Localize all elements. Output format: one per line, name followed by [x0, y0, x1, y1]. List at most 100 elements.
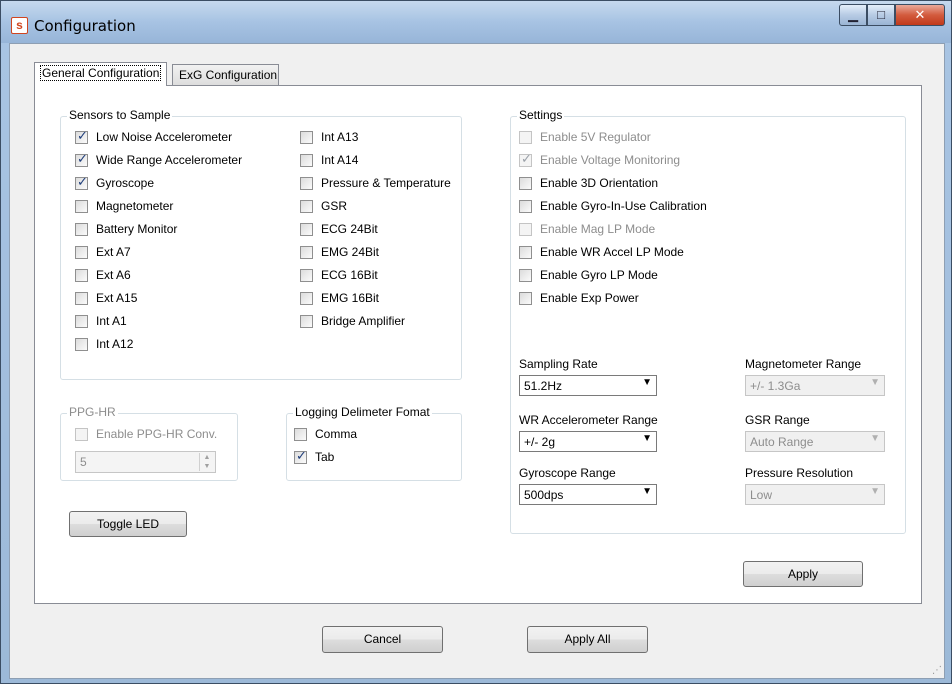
checkbox-box: [519, 131, 532, 144]
checkbox-label: Comma: [315, 427, 358, 441]
chevron-down-icon: ▼: [642, 433, 652, 444]
apply-button[interactable]: Apply: [743, 561, 863, 587]
mag-range-label: Magnetometer Range: [745, 357, 862, 371]
checkbox-box: [300, 177, 313, 190]
configuration-window: s Configuration ▁ □ ✕ General Configurat…: [0, 0, 952, 684]
mag-range-select[interactable]: +/- 1.3Ga ▼: [745, 375, 885, 396]
checkbox-box: [519, 200, 532, 213]
select-value: 51.2Hz: [524, 379, 563, 393]
checkbox-label: Pressure & Temperature: [321, 176, 451, 190]
checkbox-label: GSR: [321, 199, 348, 213]
checkbox-box: [75, 428, 88, 441]
sensors-group: Sensors to Sample Low Noise Acceleromete…: [60, 108, 462, 380]
tab-general-configuration[interactable]: General Configuration: [34, 62, 168, 86]
checkbox-box: [75, 152, 88, 167]
select-value: +/- 1.3Ga: [750, 379, 801, 393]
pressure-resolution-label: Pressure Resolution: [745, 466, 854, 480]
checkbox-label: ECG 24Bit: [321, 222, 378, 236]
checkbox-label: EMG 24Bit: [321, 245, 380, 259]
ppg-hr-value-spinner[interactable]: 5 ▲ ▼: [75, 451, 216, 473]
checkbox-box: [75, 223, 88, 236]
select-value: Low: [750, 488, 773, 502]
select-value: +/- 2g: [524, 435, 556, 449]
checkbox-label: Wide Range Accelerometer: [96, 153, 243, 167]
chevron-down-icon: ▼: [642, 486, 652, 497]
checkbox-label: Enable 5V Regulator: [540, 130, 651, 144]
checkbox-box: [519, 152, 532, 167]
checkbox-label: Enable PPG-HR Conv.: [96, 427, 218, 441]
checkbox-box: [75, 338, 88, 351]
client-area: General Configuration ExG Configuration …: [9, 43, 945, 679]
logging-delimiter-group: Logging Delimeter Fomat Comma Tab: [286, 405, 462, 481]
gyro-range-select[interactable]: 500dps ▼: [519, 484, 657, 505]
toggle-led-button[interactable]: Toggle LED: [69, 511, 187, 537]
checkbox-box: [519, 177, 532, 190]
sampling-rate-label: Sampling Rate: [519, 357, 598, 371]
checkbox-box: [75, 246, 88, 259]
checkbox-label: Enable Gyro LP Mode: [540, 268, 658, 282]
gsr-range-select[interactable]: Auto Range ▼: [745, 431, 885, 452]
checkbox-label: EMG 16Bit: [321, 291, 380, 305]
minimize-button[interactable]: ▁: [839, 4, 867, 26]
checkbox-box: [300, 154, 313, 167]
checkbox-label: Gyroscope: [96, 176, 155, 190]
checkbox-box: [75, 292, 88, 305]
chevron-down-icon: ▼: [642, 377, 652, 388]
gyro-range-label: Gyroscope Range: [519, 466, 616, 480]
checkbox-label: Enable WR Accel LP Mode: [540, 245, 684, 259]
checkbox-label: Enable Gyro-In-Use Calibration: [540, 199, 707, 213]
pressure-resolution-select[interactable]: Low ▼: [745, 484, 885, 505]
checkbox-label: ECG 16Bit: [321, 268, 378, 282]
checkbox-label: Enable 3D Orientation: [540, 176, 659, 190]
checkbox-label: Ext A15: [96, 291, 138, 305]
chevron-down-icon: ▼: [870, 377, 880, 388]
chevron-down-icon: ▼: [870, 433, 880, 444]
checkbox-box: [519, 269, 532, 282]
checkbox-label: Battery Monitor: [96, 222, 178, 236]
chevron-down-icon: ▼: [870, 486, 880, 497]
checkbox-box: [75, 200, 88, 213]
select-value: Auto Range: [750, 435, 814, 449]
checkbox-label: Tab: [315, 450, 335, 464]
general-configuration-panel: Sensors to Sample Low Noise Acceleromete…: [34, 85, 922, 604]
wr-accel-range-select[interactable]: +/- 2g ▼: [519, 431, 657, 452]
checkbox-box: [75, 175, 88, 190]
checkbox-box: [300, 315, 313, 328]
checkbox-box: [300, 269, 313, 282]
checkbox-label: Enable Mag LP Mode: [540, 222, 656, 236]
checkbox-box: [300, 131, 313, 144]
checkbox-box: [300, 223, 313, 236]
settings-group: Settings Enable 5V Regulator Enable Volta…: [510, 108, 906, 534]
sampling-rate-select[interactable]: 51.2Hz ▼: [519, 375, 657, 396]
wr-accel-range-label: WR Accelerometer Range: [519, 413, 658, 427]
minimize-icon: ▁: [848, 7, 858, 22]
checkbox-box: [519, 223, 532, 236]
checkbox-box: [519, 246, 532, 259]
ppg-hr-group: PPG-HR Enable PPG-HR Conv. 5 ▲ ▼: [60, 405, 238, 481]
checkbox-label: Enable Exp Power: [540, 291, 639, 305]
maximize-button[interactable]: □: [867, 4, 895, 26]
checkbox-label: Int A1: [96, 314, 127, 328]
checkbox-label: Magnetometer: [96, 199, 174, 213]
checkbox-box: [75, 315, 88, 328]
close-button[interactable]: ✕: [895, 4, 945, 26]
checkbox-label: Enable Voltage Monitoring: [540, 153, 681, 167]
spinner-value: 5: [80, 455, 87, 469]
checkbox-box: [300, 200, 313, 213]
apply-all-button[interactable]: Apply All: [527, 626, 648, 653]
checkbox-label: Int A12: [96, 337, 134, 351]
close-icon: ✕: [914, 7, 926, 22]
cancel-button[interactable]: Cancel: [322, 626, 443, 653]
checkbox-box: [294, 449, 307, 464]
checkbox-box: [294, 428, 307, 441]
checkbox-label: Ext A6: [96, 268, 131, 282]
checkbox-label: Int A13: [321, 130, 359, 144]
title-bar[interactable]: s Configuration ▁ □ ✕: [1, 1, 951, 43]
checkbox-label: Low Noise Accelerometer: [96, 130, 233, 144]
tab-exg-configuration[interactable]: ExG Configuration: [172, 64, 279, 86]
resize-grip-icon[interactable]: ⋰: [932, 665, 942, 676]
checkbox-box: [75, 129, 88, 144]
checkbox-label: Ext A7: [96, 245, 131, 259]
spinner-arrows-icon[interactable]: ▲ ▼: [199, 453, 214, 471]
maximize-icon: □: [877, 7, 885, 22]
